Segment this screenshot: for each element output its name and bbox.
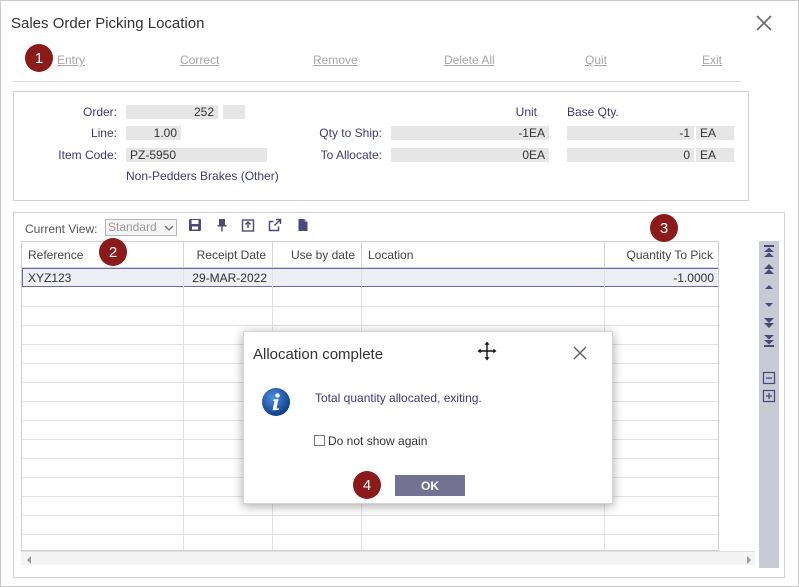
column-header-location[interactable]: Location xyxy=(362,242,605,268)
dialog-close-icon[interactable] xyxy=(571,344,589,365)
collapse-icon[interactable] xyxy=(762,371,776,385)
last-page-icon[interactable] xyxy=(762,334,776,348)
external-link-icon[interactable] xyxy=(268,218,282,232)
qty-to-ship-unit-field: -1EA xyxy=(391,126,549,140)
allocation-complete-dialog: Allocation complete Total quantity alloc… xyxy=(243,331,613,504)
scroll-left-icon[interactable] xyxy=(25,554,33,568)
remove-button[interactable]: Remove xyxy=(313,53,358,67)
page-up-icon[interactable] xyxy=(762,262,776,276)
unit-label: Unit xyxy=(515,105,537,119)
next-row-icon[interactable] xyxy=(762,298,776,312)
column-header-quantity-to-pick[interactable]: Quantity To Pick xyxy=(605,242,718,268)
move-icon[interactable] xyxy=(476,340,498,365)
checkbox-box[interactable] xyxy=(314,435,325,446)
ok-button[interactable]: OK xyxy=(395,475,465,496)
quit-button[interactable]: Quit xyxy=(585,53,607,67)
qty-to-ship-uom: EA xyxy=(696,126,734,140)
toolbar: Entry Correct Remove Delete All Quit Exi… xyxy=(13,46,741,82)
page-down-icon[interactable] xyxy=(762,316,776,330)
dialog-title: Allocation complete xyxy=(253,346,384,363)
do-not-show-again-checkbox[interactable]: Do not show again xyxy=(314,434,427,448)
line-field: 1.00 xyxy=(126,126,181,140)
callout-badge-4: 4 xyxy=(353,471,381,499)
save-icon[interactable] xyxy=(188,218,202,232)
empty-table-row xyxy=(22,535,718,550)
window-title: Sales Order Picking Location xyxy=(11,15,205,32)
previous-row-icon[interactable] xyxy=(762,280,776,294)
line-label: Line: xyxy=(90,126,117,140)
empty-table-row xyxy=(22,307,718,326)
cell-receipt-date: 29-MAR-2022 xyxy=(184,269,273,288)
callout-badge-3: 3 xyxy=(650,214,678,242)
cell-reference: XYZ123 xyxy=(23,269,184,288)
item-description: Non-Pedders Brakes (Other) xyxy=(126,169,279,183)
current-view-label: Current View: xyxy=(25,222,98,236)
cell-location xyxy=(362,269,605,288)
cell-quantity-to-pick: -1.0000 xyxy=(673,271,714,285)
order-header-panel: Order: 252 Line: 1.00 Item Code: PZ-5950… xyxy=(13,91,749,201)
record-navigation-bar xyxy=(759,241,779,568)
expand-icon[interactable] xyxy=(762,389,776,403)
close-icon[interactable] xyxy=(753,12,775,34)
to-allocate-uom: EA xyxy=(696,148,734,162)
dialog-message: Total quantity allocated, exiting. xyxy=(315,391,482,405)
pin-icon[interactable] xyxy=(215,218,229,232)
to-allocate-unit-field: 0EA xyxy=(391,148,549,162)
info-icon xyxy=(261,387,291,420)
callout-badge-1: 1 xyxy=(25,44,53,72)
order-label: Order: xyxy=(82,105,117,119)
current-view-select[interactable]: Standard xyxy=(105,219,177,236)
qty-to-ship-base-field: -1 xyxy=(567,126,694,140)
checkbox-label: Do not show again xyxy=(328,434,428,448)
chevron-down-icon xyxy=(164,222,174,237)
cell-use-by-date xyxy=(273,269,362,288)
column-header-use-by-date[interactable]: Use by date xyxy=(273,242,362,268)
delete-all-button[interactable]: Delete All xyxy=(444,53,495,67)
entry-button[interactable]: Entry xyxy=(57,53,85,67)
document-icon[interactable] xyxy=(296,218,310,232)
correct-button[interactable]: Correct xyxy=(180,53,219,67)
horizontal-scrollbar[interactable] xyxy=(21,551,755,565)
base-qty-label: Base Qty. xyxy=(567,105,619,119)
to-allocate-base-field: 0 xyxy=(567,148,694,162)
callout-badge-2: 2 xyxy=(99,238,127,266)
empty-table-row xyxy=(22,288,718,307)
export-icon[interactable] xyxy=(241,218,255,232)
item-code-field: PZ-5950 xyxy=(126,148,267,162)
qty-to-ship-label: Qty to Ship: xyxy=(319,126,382,140)
empty-table-row xyxy=(22,516,718,535)
order-extra-field xyxy=(223,105,245,119)
current-view-value: Standard xyxy=(108,220,157,234)
table-row[interactable]: XYZ123 29-MAR-2022 -1.0000 xyxy=(22,268,718,288)
to-allocate-label: To Allocate: xyxy=(320,148,382,162)
first-page-icon[interactable] xyxy=(762,244,776,258)
order-field: 252 xyxy=(126,105,218,119)
item-code-label: Item Code: xyxy=(58,148,117,162)
scroll-right-icon[interactable] xyxy=(745,554,753,568)
sales-order-picking-window: Sales Order Picking Location Entry Corre… xyxy=(0,0,799,587)
exit-button[interactable]: Exit xyxy=(702,53,722,67)
column-header-receipt-date[interactable]: Receipt Date xyxy=(184,242,273,268)
